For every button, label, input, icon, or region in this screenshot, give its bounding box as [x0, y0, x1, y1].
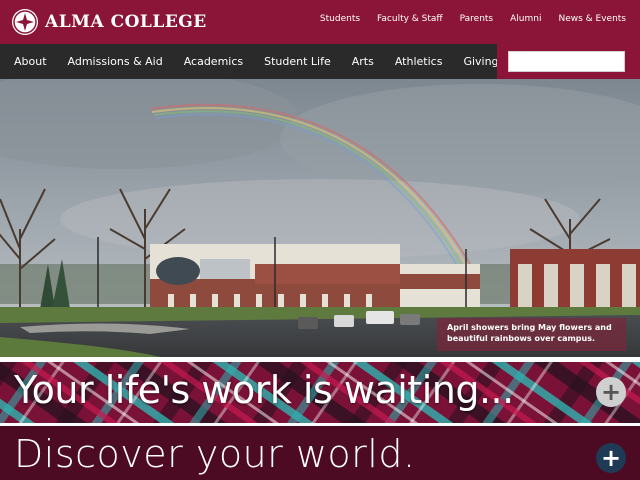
utility-link-parents[interactable]: Parents: [460, 14, 494, 24]
utility-link-students[interactable]: Students: [320, 14, 360, 24]
college-logo[interactable]: ALMA COLLEGE: [12, 7, 207, 37]
nav-item-about[interactable]: About: [14, 55, 47, 68]
hero-caption: April showers bring May flowers and beau…: [437, 318, 626, 351]
life-work-heading: Your life's work is waiting...: [14, 368, 514, 412]
nav-item-academics[interactable]: Academics: [184, 55, 243, 68]
life-work-banner[interactable]: Your life's work is waiting... +: [0, 357, 640, 426]
hero-image: [0, 79, 640, 357]
plaid-pattern: Your life's work is waiting...: [0, 362, 640, 423]
expand-plus-icon[interactable]: +: [596, 377, 626, 407]
nav-item-student-life[interactable]: Student Life: [264, 55, 331, 68]
discover-banner[interactable]: Discover your world. +: [0, 426, 640, 480]
utility-link-faculty-staff[interactable]: Faculty & Staff: [377, 14, 443, 24]
nav-item-admissions-aid[interactable]: Admissions & Aid: [68, 55, 163, 68]
expand-plus-icon-2[interactable]: +: [596, 443, 626, 473]
top-bar: ALMA COLLEGE Students Faculty & Staff Pa…: [0, 0, 640, 44]
nav-item-arts[interactable]: Arts: [352, 55, 374, 68]
nav-item-giving[interactable]: Giving: [463, 55, 498, 68]
college-name: ALMA COLLEGE: [45, 12, 207, 32]
college-seal-icon: [12, 9, 38, 35]
utility-link-alumni[interactable]: Alumni: [510, 14, 541, 24]
utility-nav: Students Faculty & Staff Parents Alumni …: [303, 14, 626, 24]
search-input[interactable]: [508, 51, 625, 72]
nav-item-athletics[interactable]: Athletics: [395, 55, 443, 68]
search-area: [497, 44, 640, 82]
utility-link-news-events[interactable]: News & Events: [558, 14, 626, 24]
discover-heading: Discover your world.: [14, 432, 416, 476]
